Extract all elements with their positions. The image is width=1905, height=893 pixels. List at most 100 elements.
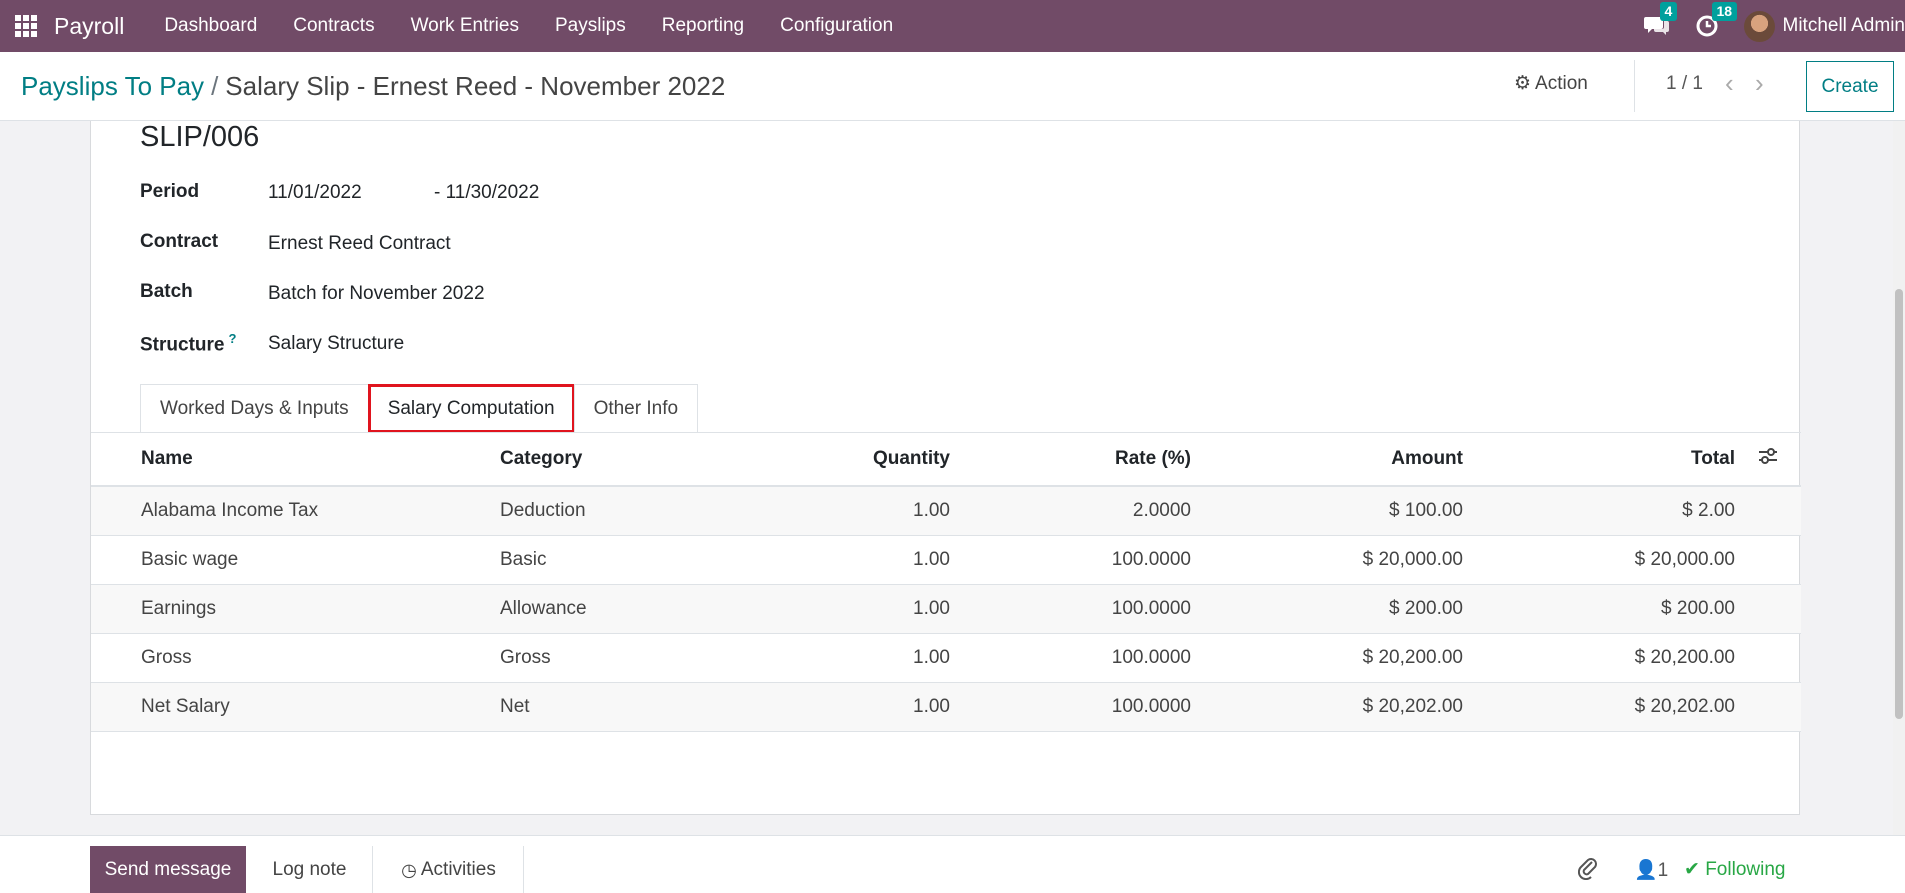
table-row[interactable]: Alabama Income Tax Deduction 1.00 2.0000… [91, 486, 1801, 536]
cell-category: Gross [500, 633, 740, 683]
paperclip-icon[interactable] [1577, 856, 1598, 886]
optional-columns-toggle[interactable] [1735, 433, 1801, 487]
app-name[interactable]: Payroll [54, 13, 124, 40]
menu-dashboard[interactable]: Dashboard [146, 0, 275, 52]
column-header-amount[interactable]: Amount [1191, 433, 1463, 487]
batch-field[interactable]: Batch for November 2022 [268, 283, 485, 305]
breadcrumb-current: Salary Slip - Ernest Reed - November 202… [225, 71, 726, 101]
structure-label-text: Structure [140, 334, 225, 356]
cell-rate: 100.0000 [950, 633, 1191, 683]
contract-field[interactable]: Ernest Reed Contract [268, 233, 451, 255]
period-to-field[interactable]: - 11/30/2022 [434, 182, 539, 204]
table-row[interactable]: Basic wage Basic 1.00 100.0000 $ 20,000.… [91, 535, 1801, 585]
menu-work-entries[interactable]: Work Entries [393, 0, 537, 52]
slip-number: SLIP/006 [140, 121, 260, 153]
cell-name: Gross [91, 633, 500, 683]
period-from-field[interactable]: 11/01/2022 [268, 182, 362, 204]
cell-empty [1735, 682, 1801, 732]
cell-amount: $ 20,000.00 [1191, 535, 1463, 585]
salary-computation-table: Name Category Quantity Rate (%) Amount T… [91, 433, 1801, 732]
cell-amount: $ 200.00 [1191, 584, 1463, 634]
cell-name: Earnings [91, 584, 500, 634]
following-label: Following [1705, 859, 1786, 880]
user-menu[interactable]: Mitchell Admin [1783, 15, 1905, 37]
following-button[interactable]: ✔ Following [1684, 858, 1785, 881]
cell-amount: $ 100.00 [1191, 486, 1463, 536]
cell-empty [1735, 584, 1801, 634]
cell-amount: $ 20,202.00 [1191, 682, 1463, 732]
structure-field[interactable]: Salary Structure [268, 333, 404, 355]
followers-count: 1 [1657, 860, 1669, 881]
cell-category: Deduction [500, 486, 740, 536]
cell-category: Allowance [500, 584, 740, 634]
cell-rate: 100.0000 [950, 682, 1191, 732]
cell-quantity: 1.00 [740, 682, 950, 732]
tab-salary-computation[interactable]: Salary Computation [367, 384, 575, 433]
cell-rate: 100.0000 [950, 584, 1191, 634]
column-header-category[interactable]: Category [500, 433, 740, 487]
scrollbar-thumb[interactable] [1895, 289, 1903, 719]
tab-other-info[interactable]: Other Info [573, 384, 699, 433]
divider [1634, 60, 1635, 112]
chevron-left-icon[interactable]: ‹ [1725, 68, 1734, 99]
menu-configuration[interactable]: Configuration [762, 0, 911, 52]
cell-total: $ 20,200.00 [1463, 633, 1735, 683]
pager-value[interactable]: 1 / 1 [1666, 73, 1703, 95]
menu-reporting[interactable]: Reporting [644, 0, 762, 52]
user-icon: 👤 [1634, 860, 1658, 881]
gear-icon: ⚙ [1514, 73, 1532, 94]
followers-button[interactable]: 👤1 [1634, 858, 1668, 882]
breadcrumb-payslips-to-pay[interactable]: Payslips To Pay [21, 71, 204, 101]
batch-label: Batch [140, 281, 193, 302]
activities-menu[interactable]: 18 [1696, 2, 1738, 37]
cell-quantity: 1.00 [740, 633, 950, 683]
cell-rate: 2.0000 [950, 486, 1191, 536]
cell-quantity: 1.00 [740, 535, 950, 585]
column-header-quantity[interactable]: Quantity [740, 433, 950, 487]
cell-name: Basic wage [91, 535, 500, 585]
create-button[interactable]: Create [1806, 61, 1894, 112]
contract-label: Contract [140, 231, 219, 252]
column-header-rate[interactable]: Rate (%) [950, 433, 1191, 487]
send-message-button[interactable]: Send message [90, 846, 246, 893]
column-header-name[interactable]: Name [91, 433, 500, 487]
table-row[interactable]: Earnings Allowance 1.00 100.0000 $ 200.0… [91, 584, 1801, 634]
cell-name: Alabama Income Tax [91, 486, 500, 536]
paperclip-svg [1577, 858, 1597, 881]
activities-badge: 18 [1711, 2, 1738, 21]
chevron-right-icon[interactable]: › [1755, 68, 1764, 99]
cell-name: Net Salary [91, 682, 500, 732]
notebook-tabs: Worked Days & Inputs Salary Computation … [140, 384, 699, 433]
messages-menu[interactable]: 4 [1643, 2, 1678, 37]
user-avatar[interactable] [1743, 10, 1775, 42]
cell-quantity: 1.00 [740, 486, 950, 536]
menu-payslips[interactable]: Payslips [537, 0, 644, 52]
check-icon: ✔ [1684, 859, 1706, 880]
cell-quantity: 1.00 [740, 584, 950, 634]
breadcrumb-separator: / [211, 71, 219, 101]
cell-amount: $ 20,200.00 [1191, 633, 1463, 683]
activities-label: Activities [420, 859, 496, 880]
form-content: SLIP/006 Period 11/01/2022 - 11/30/2022 … [0, 121, 1905, 835]
log-note-button[interactable]: Log note [247, 846, 373, 893]
cell-category: Net [500, 682, 740, 732]
messages-badge: 4 [1659, 2, 1678, 21]
form-sheet: SLIP/006 Period 11/01/2022 - 11/30/2022 … [90, 121, 1801, 815]
activities-button[interactable]: ◷ Activities [374, 846, 524, 893]
table-row[interactable]: Net Salary Net 1.00 100.0000 $ 20,202.00… [91, 682, 1801, 732]
column-header-total[interactable]: Total [1463, 433, 1735, 487]
table-row[interactable]: Gross Gross 1.00 100.0000 $ 20,200.00 $ … [91, 633, 1801, 683]
cell-empty [1735, 535, 1801, 585]
tab-worked-days-inputs[interactable]: Worked Days & Inputs [140, 384, 369, 433]
period-label: Period [140, 181, 200, 202]
apps-grid-icon[interactable] [0, 0, 52, 52]
cell-total: $ 20,202.00 [1463, 682, 1735, 732]
menu-contracts[interactable]: Contracts [275, 0, 392, 52]
action-button[interactable]: ⚙ Action [1514, 72, 1588, 95]
control-panel: Payslips To Pay / Salary Slip - Ernest Ree… [0, 52, 1905, 121]
table-header-row: Name Category Quantity Rate (%) Amount T… [91, 433, 1801, 487]
breadcrumb: Payslips To Pay / Salary Slip - Ernest Ree… [21, 71, 725, 102]
clock-icon: ◷ [401, 859, 417, 880]
vertical-scrollbar[interactable] [1893, 121, 1905, 835]
help-icon[interactable]: ? [228, 331, 236, 346]
